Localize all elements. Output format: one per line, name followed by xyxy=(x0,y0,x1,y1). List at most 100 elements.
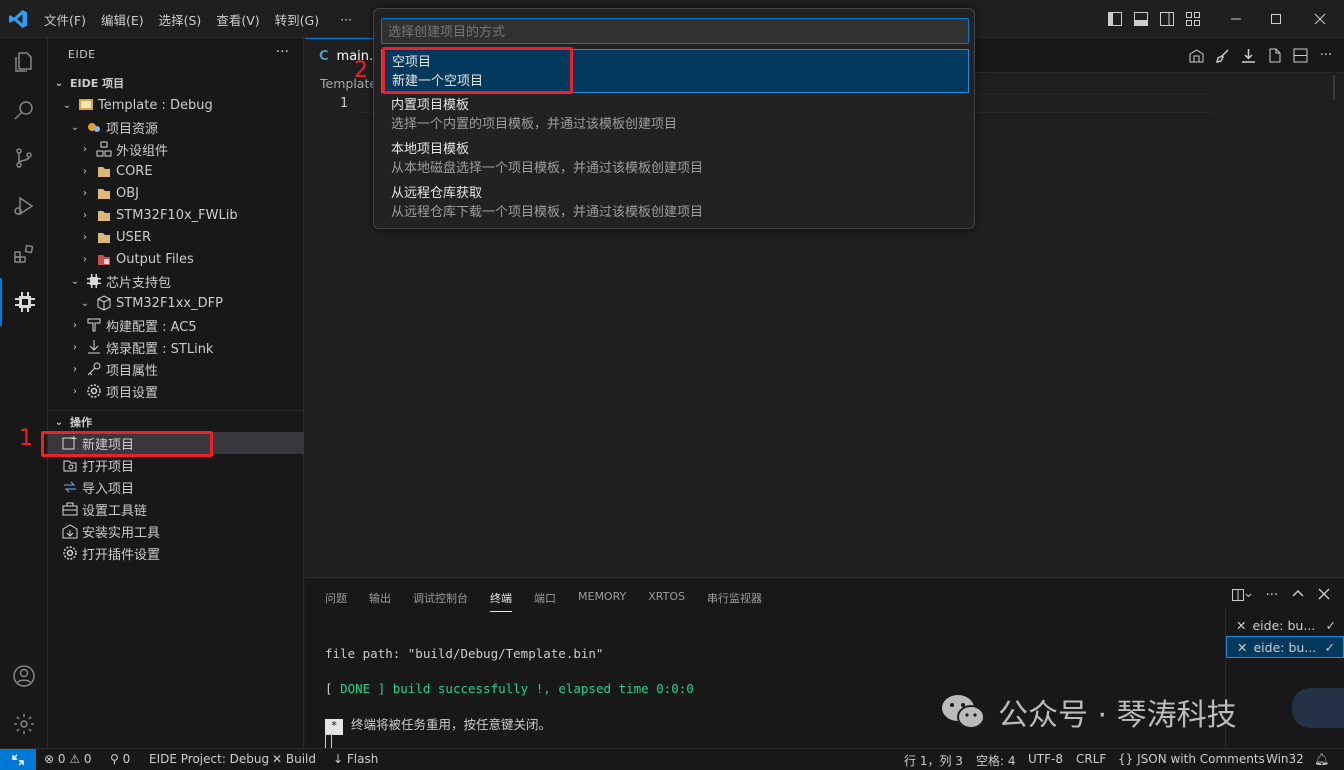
language-mode[interactable]: {} JSON with Comments xyxy=(1118,752,1265,766)
breadcrumb[interactable]: Template xyxy=(320,76,377,91)
build-icon[interactable] xyxy=(1188,46,1204,64)
notifications-bell-icon[interactable]: 🔔︎ xyxy=(1314,752,1329,766)
item-label: 本地项目模板 xyxy=(391,142,470,157)
gear-icon xyxy=(86,383,102,399)
panel-tab-xrtos[interactable]: XRTOS xyxy=(648,590,685,612)
op-import-project[interactable]: 导入项目 xyxy=(48,476,304,498)
tree-item-project[interactable]: ⌄ Template : Debug xyxy=(48,94,304,116)
end-of-line[interactable]: CRLF xyxy=(1076,752,1106,766)
flash-status-button[interactable]: ↓ Flash xyxy=(333,752,378,766)
op-toolchain[interactable]: 设置工具链 xyxy=(48,498,304,520)
section-title: 操作 xyxy=(70,416,92,429)
menu-file[interactable]: 文件(F) xyxy=(44,10,86,29)
tree-item-chip-pack[interactable]: ⌄ 芯片支持包 xyxy=(48,270,304,292)
terminal-instance[interactable]: ✕ eide: bu... ✓ xyxy=(1226,614,1344,636)
cursor-position[interactable]: 行 1，列 3 xyxy=(904,752,963,769)
close-panel-icon[interactable] xyxy=(1318,588,1330,606)
tree-item-dfp[interactable]: ⌄ STM32F1xx_DFP xyxy=(48,292,304,314)
platform[interactable]: Win32 xyxy=(1266,752,1304,766)
split-editor-icon[interactable] xyxy=(1292,46,1308,64)
editor-scrollbar[interactable] xyxy=(1333,75,1335,100)
manage-gear-icon[interactable] xyxy=(0,700,48,748)
extensions-icon[interactable] xyxy=(0,230,48,278)
menu-selection[interactable]: 选择(S) xyxy=(159,10,202,29)
customize-layout-icon[interactable] xyxy=(1184,0,1202,38)
language-label: JSON with Comments xyxy=(1137,752,1265,766)
eide-project-status[interactable]: EIDE Project: Debug xyxy=(149,752,269,766)
tree-item-resources[interactable]: ⌄ 项目资源 xyxy=(48,116,304,138)
terminal-reuse-msg: 终端将被任务重用，按任意键关闭。 xyxy=(351,717,552,732)
toggle-secondary-sidebar-icon[interactable] xyxy=(1158,0,1176,38)
tree-item-flash-config[interactable]: › 烧录配置 : STLink xyxy=(48,336,304,358)
chevron-right-icon: › xyxy=(83,253,87,265)
annotation-box-2 xyxy=(382,47,573,94)
menu-more[interactable]: ··· xyxy=(340,12,352,27)
maximize-icon[interactable] xyxy=(1256,0,1296,38)
account-icon[interactable] xyxy=(0,652,48,700)
menu-view[interactable]: 查看(V) xyxy=(216,10,259,29)
panel-tab-memory[interactable]: MEMORY xyxy=(578,590,626,612)
tree-item-settings[interactable]: › 项目设置 xyxy=(48,380,304,402)
toggle-panel-icon[interactable] xyxy=(1132,0,1150,38)
search-icon[interactable] xyxy=(0,86,48,134)
section-eide-project[interactable]: ⌄ EIDE 项目 xyxy=(48,72,304,94)
explorer-icon[interactable] xyxy=(0,38,48,86)
tree-item-core[interactable]: › CORE xyxy=(48,160,304,182)
op-label: 导入项目 xyxy=(82,481,135,497)
clean-brush-icon[interactable] xyxy=(1214,46,1230,64)
minimize-icon[interactable] xyxy=(1216,0,1256,38)
tree-item-user[interactable]: › USER xyxy=(48,226,304,248)
chevron-right-icon: › xyxy=(73,363,77,375)
op-label: 打开插件设置 xyxy=(82,547,161,563)
quick-pick-item-builtin-template[interactable]: 内置项目模板 选择一个内置的项目模板，并通过该模板创建项目 xyxy=(381,93,969,137)
tree-item-fwlib[interactable]: › STM32F10x_FWLib xyxy=(48,204,304,226)
terminal-layout-icon[interactable] xyxy=(1231,588,1252,606)
ports-status[interactable]: ⚲ 0 xyxy=(110,752,130,766)
quick-pick-item-remote-repo[interactable]: 从远程仓库获取 从远程仓库下载一个项目模板，并通过该模板创建项目 xyxy=(381,181,969,225)
source-control-icon[interactable] xyxy=(0,134,48,182)
tree-item-output-files[interactable]: › Output Files xyxy=(48,248,304,270)
sidebar: EIDE ··· ⌄ EIDE 项目 ⌄ Template : Debug ⌄ … xyxy=(48,38,304,748)
terminal-line: * 终端将被任务重用，按任意键关闭。 xyxy=(325,714,551,735)
install-tools-icon xyxy=(62,523,78,539)
problems-status[interactable]: ⊗ 0 ⚠ 0 xyxy=(44,752,92,766)
panel-tab-debug-console[interactable]: 调试控制台 xyxy=(413,590,468,612)
import-project-icon xyxy=(62,479,78,495)
panel-tab-terminal[interactable]: 终端 xyxy=(490,590,512,612)
section-operations[interactable]: ⌄ 操作 xyxy=(48,411,304,433)
open-changes-icon[interactable] xyxy=(1266,46,1282,64)
quick-pick-input[interactable] xyxy=(381,18,969,44)
panel-tab-problems[interactable]: 问题 xyxy=(325,590,347,612)
more-actions-icon[interactable]: ··· xyxy=(1318,46,1334,64)
remote-indicator-icon[interactable] xyxy=(0,749,36,770)
terminal-cursor xyxy=(325,734,332,749)
key-icon xyxy=(86,361,102,377)
tree-item-build-config[interactable]: › 构建配置 : AC5 xyxy=(48,314,304,336)
menu-edit[interactable]: 编辑(E) xyxy=(101,10,144,29)
indentation[interactable]: 空格: 4 xyxy=(976,752,1016,769)
maximize-panel-icon[interactable] xyxy=(1292,588,1304,606)
tree-item-properties[interactable]: › 项目属性 xyxy=(48,358,304,380)
panel-tab-output[interactable]: 输出 xyxy=(369,590,391,612)
download-flash-icon[interactable] xyxy=(1240,46,1256,64)
sidebar-more-button[interactable]: ··· xyxy=(276,44,289,60)
build-status-button[interactable]: ✕ Build xyxy=(272,752,316,766)
encoding[interactable]: UTF-8 xyxy=(1028,752,1063,766)
tree-item-components[interactable]: › 外设组件 xyxy=(48,138,304,160)
op-install-tools[interactable]: 安装实用工具 xyxy=(48,520,304,542)
panel-tab-serial-monitor[interactable]: 串行监视器 xyxy=(707,590,762,612)
terminal-instance[interactable]: ✕ eide: bu... ✓ xyxy=(1226,636,1344,658)
eide-icon[interactable] xyxy=(0,278,48,326)
panel-tab-ports[interactable]: 端口 xyxy=(534,590,556,612)
menu-goto[interactable]: 转到(G) xyxy=(275,10,319,29)
op-plugin-settings[interactable]: 打开插件设置 xyxy=(48,542,304,564)
close-icon[interactable] xyxy=(1300,0,1340,38)
line-number: 1 xyxy=(340,96,348,111)
toggle-sidebar-icon[interactable] xyxy=(1106,0,1124,38)
quick-pick-item-local-template[interactable]: 本地项目模板 从本地磁盘选择一个项目模板，并通过该模板创建项目 xyxy=(381,137,969,181)
run-debug-icon[interactable] xyxy=(0,182,48,230)
item-label: 内置项目模板 xyxy=(391,98,470,113)
panel-more-icon[interactable]: ··· xyxy=(1266,588,1278,606)
tree-item-obj[interactable]: › OBJ xyxy=(48,182,304,204)
op-open-project[interactable]: 打开项目 xyxy=(48,454,304,476)
